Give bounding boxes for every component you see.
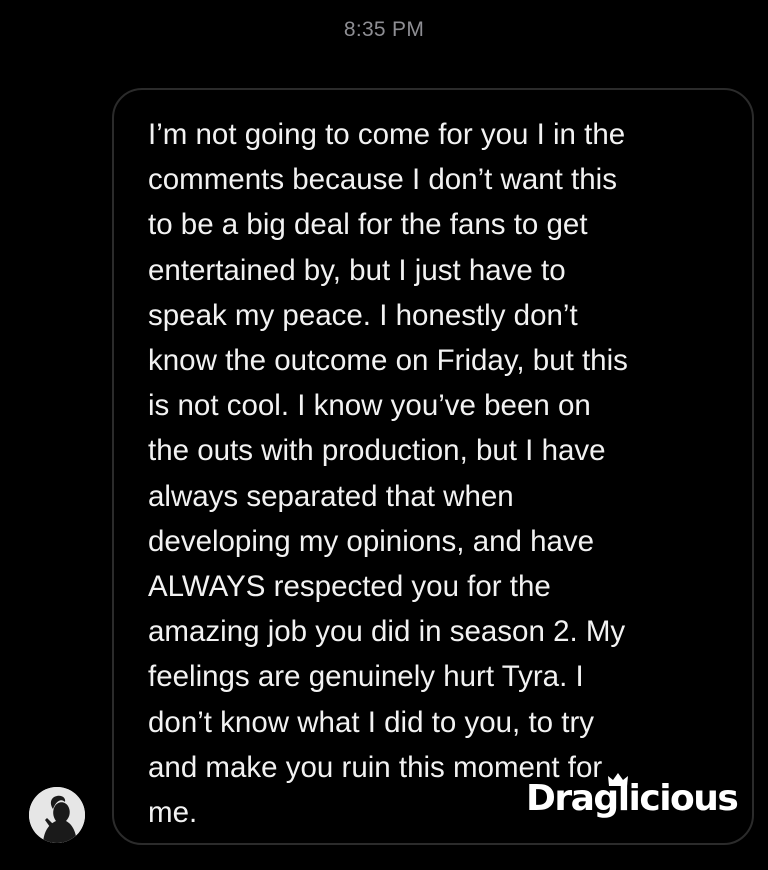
message-text: I’m not going to come for you I in the c… (148, 118, 628, 830)
profile-photo-silhouette-icon (29, 787, 85, 843)
sender-avatar[interactable] (29, 787, 85, 843)
draglicious-watermark: Draglicious (526, 770, 739, 840)
message-timestamp: 8:35 PM (343, 18, 425, 41)
message-bubble[interactable]: I’m not going to come for you I in the c… (112, 88, 754, 845)
watermark-logo-text: Draglicious (526, 778, 739, 819)
